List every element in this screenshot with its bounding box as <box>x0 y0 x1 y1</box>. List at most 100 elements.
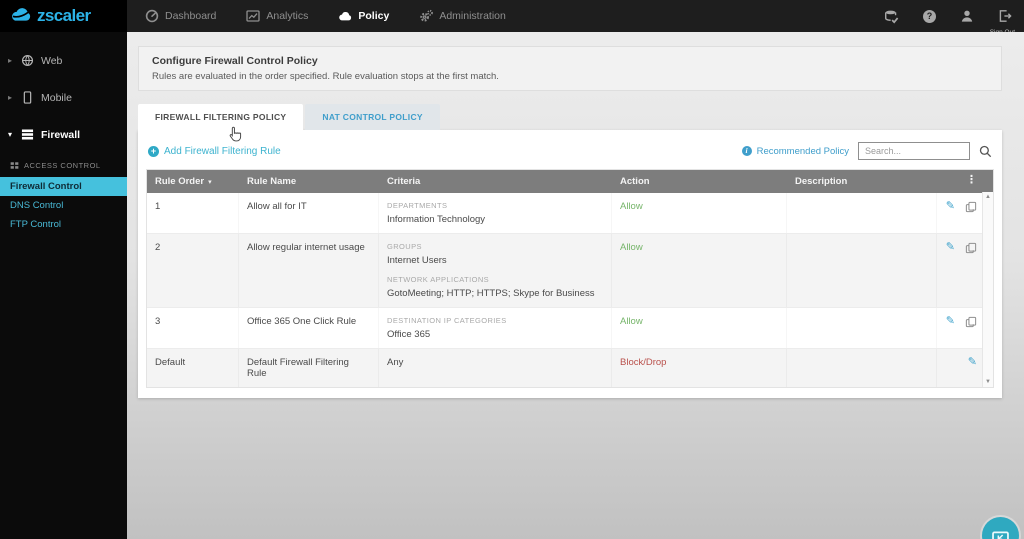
topnav-right: ? Sign Out <box>884 0 1015 36</box>
description-cell <box>787 193 937 233</box>
sidebar-group-web[interactable]: ▸ Web <box>0 46 127 75</box>
action-value: Allow <box>620 316 643 327</box>
duplicate-rule-button[interactable] <box>965 201 977 213</box>
description-cell <box>787 349 937 387</box>
nav-item-label: Dashboard <box>165 10 217 22</box>
plus-circle-icon: + <box>148 145 159 157</box>
sidebar-group-firewall[interactable]: ▾ Firewall <box>0 120 127 149</box>
nav-item-administration[interactable]: Administration <box>419 9 506 23</box>
chevron-right-icon: ▸ <box>8 93 13 102</box>
header-action[interactable]: Action <box>612 170 787 193</box>
sidebar-group-label: Web <box>41 54 63 67</box>
rule-row-2: 2 Allow regular internet usage GROUPS Inter… <box>147 233 993 307</box>
sidebar-section-access-control: ACCESS CONTROL <box>0 157 127 177</box>
scroll-down-icon[interactable]: ▼ <box>985 379 991 385</box>
activation-icon[interactable] <box>884 9 899 24</box>
dashboard-icon <box>145 9 159 23</box>
sidebar-item-firewall-control[interactable]: Firewall Control <box>0 177 127 196</box>
criteria-group: DESTINATION IP CATEGORIES Office 365 <box>387 316 603 340</box>
table-toolbar: + Add Firewall Filtering Rule i Recommen… <box>146 138 994 169</box>
rule-order-cell: 1 <box>147 193 239 233</box>
help-icon[interactable]: ? <box>923 9 936 23</box>
header-rule-name[interactable]: Rule Name <box>239 170 379 193</box>
recommended-policy-link[interactable]: i Recommended Policy <box>741 146 849 157</box>
criteria-value: GotoMeeting; HTTP; HTTPS; Skype for Busi… <box>387 288 595 299</box>
description-cell <box>787 308 937 348</box>
add-firewall-rule-button[interactable]: + Add Firewall Filtering Rule <box>148 145 281 157</box>
sort-caret-icon: ▾ <box>208 179 212 186</box>
sidebar-item-dns-control[interactable]: DNS Control <box>0 196 127 215</box>
header-rule-order[interactable]: Rule Order ▾ <box>147 170 239 193</box>
info-circle-icon: i <box>741 146 752 156</box>
criteria-cell: DESTINATION IP CATEGORIES Office 365 <box>379 308 612 348</box>
rule-row-default: Default Default Firewall Filtering Rule An… <box>147 348 993 387</box>
criteria-value: Office 365 <box>387 329 431 340</box>
rule-name-cell: Allow regular internet usage <box>239 234 379 307</box>
tab-firewall-filtering-policy[interactable]: FIREWALL FILTERING POLICY <box>138 104 304 130</box>
nav-item-dashboard[interactable]: Dashboard <box>145 9 216 23</box>
edit-rule-button[interactable]: ✎ <box>946 242 955 253</box>
page-title: Configure Firewall Control Policy <box>152 55 318 67</box>
rule-order-cell: Default <box>147 349 239 387</box>
chevron-right-icon: ▸ <box>8 56 13 65</box>
edit-rule-button[interactable]: ✎ <box>946 201 955 212</box>
criteria-cell: Any <box>379 349 612 387</box>
table-header-row: Rule Order ▾ Rule Name Criteria Action Descri… <box>147 170 993 193</box>
question-mark-icon: ? <box>923 9 936 23</box>
action-value: Block/Drop <box>620 357 667 368</box>
main-content: Configure Firewall Control Policy Rules … <box>127 32 1024 539</box>
header-description[interactable]: Description <box>787 170 937 193</box>
criteria-group: GROUPS Internet Users <box>387 242 603 266</box>
zscaler-logo-text: zscaler <box>37 6 91 25</box>
criteria-group: NETWORK APPLICATIONS GotoMeeting; HTTP; H… <box>387 275 603 299</box>
mobile-icon <box>21 91 34 104</box>
criteria-group: DEPARTMENTS Information Technology <box>387 201 603 225</box>
table-scrollbar[interactable]: ▲ ▼ <box>982 192 993 387</box>
analytics-icon <box>246 9 260 23</box>
rule-name-cell: Office 365 One Click Rule <box>239 308 379 348</box>
action-value: Allow <box>620 201 643 212</box>
signout-icon <box>998 9 1012 23</box>
table-options-kebab-icon[interactable]: ⋮ <box>966 175 977 186</box>
action-cell: Allow <box>612 308 787 348</box>
criteria-value: Internet Users <box>387 255 447 266</box>
toolbar-right: i Recommended Policy <box>741 142 992 160</box>
nav-item-analytics[interactable]: Analytics <box>246 9 308 23</box>
sidebar-item-ftp-control[interactable]: FTP Control <box>0 215 127 234</box>
sidebar-group-label: Mobile <box>41 91 72 104</box>
policy-tabs: FIREWALL FILTERING POLICY NAT CONTROL POL… <box>138 104 1002 130</box>
action-cell: Allow <box>612 193 787 233</box>
zscaler-logo[interactable]: zscaler <box>0 0 127 32</box>
tab-nat-control-policy[interactable]: NAT CONTROL POLICY <box>305 104 440 130</box>
nav-item-policy[interactable]: Policy <box>338 9 389 23</box>
action-cell: Block/Drop <box>612 349 787 387</box>
sidebar-group-label: Firewall <box>41 128 81 141</box>
search-icon[interactable] <box>979 145 992 158</box>
rule-row-1: 1 Allow all for IT DEPARTMENTS Information … <box>147 193 993 233</box>
signout-button[interactable]: Sign Out <box>990 9 1015 36</box>
user-icon[interactable] <box>960 9 974 23</box>
top-nav: zscaler Dashboard Analytics Policy Administ… <box>0 0 1024 36</box>
duplicate-rule-button[interactable] <box>965 316 977 328</box>
header-criteria[interactable]: Criteria <box>379 170 612 193</box>
zscaler-cloud-logo-icon <box>9 6 33 26</box>
rule-order-cell: 3 <box>147 308 239 348</box>
nav-item-label: Policy <box>358 10 390 22</box>
duplicate-rule-button[interactable] <box>965 242 977 254</box>
screen-share-icon <box>991 529 1010 539</box>
scroll-up-icon[interactable]: ▲ <box>985 194 991 200</box>
sidebar: ▸ Web ▸ Mobile ▾ Firewall ACCESS CONTROL Firewa… <box>0 32 127 539</box>
sidebar-group-mobile[interactable]: ▸ Mobile <box>0 83 127 112</box>
edit-rule-button[interactable]: ✎ <box>968 357 977 368</box>
rule-order-cell: 2 <box>147 234 239 307</box>
criteria-value: Any <box>387 357 404 368</box>
edit-rule-button[interactable]: ✎ <box>946 316 955 327</box>
description-cell <box>787 234 937 307</box>
criteria-cell: GROUPS Internet Users NETWORK APPLICATIONS… <box>379 234 612 307</box>
topnav-items: Dashboard Analytics Policy Administration <box>145 9 506 23</box>
search-input[interactable] <box>858 142 970 160</box>
zscaler-admin-screen: zscaler Dashboard Analytics Policy Administ… <box>0 0 1024 539</box>
add-rule-label: Add Firewall Filtering Rule <box>164 145 281 157</box>
rule-row-3: 3 Office 365 One Click Rule DESTINATION IP… <box>147 307 993 348</box>
page-subtitle: Rules are evaluated in the order specifi… <box>152 71 499 82</box>
